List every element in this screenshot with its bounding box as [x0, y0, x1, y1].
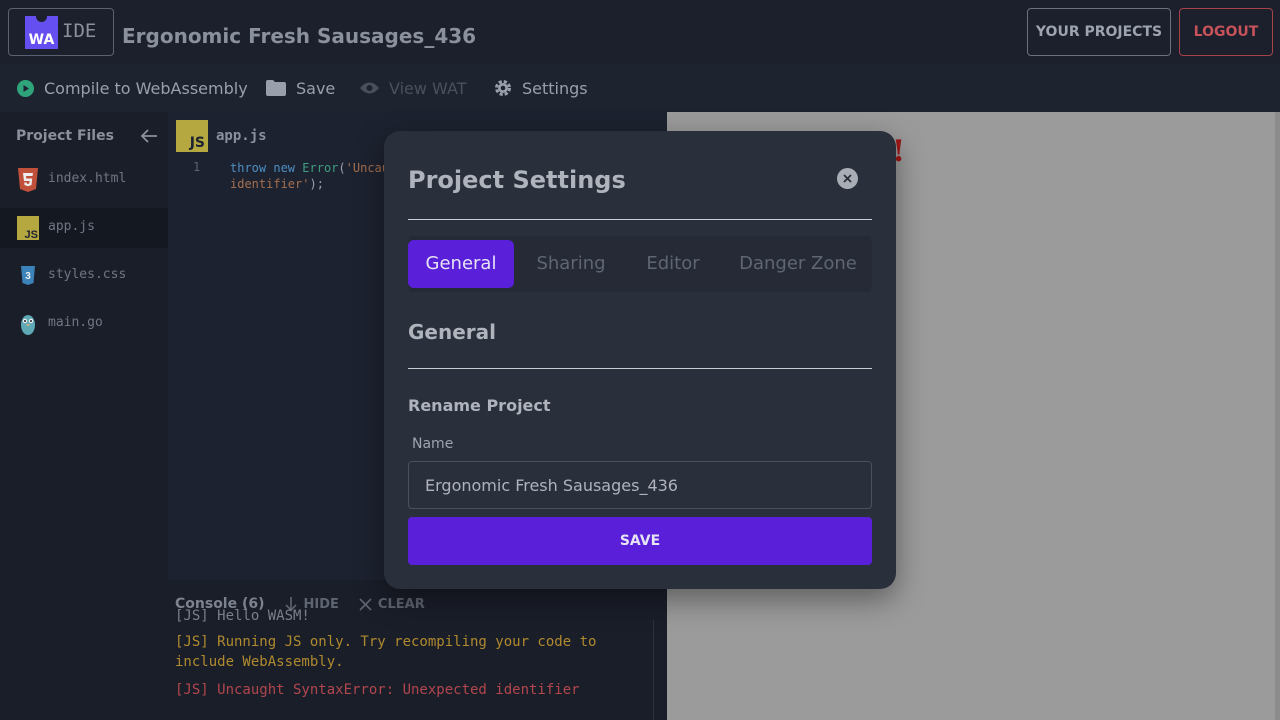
css3-icon: 3: [21, 266, 35, 285]
console-log-line: [JS] Running JS only. Try recompiling yo…: [175, 634, 597, 670]
js-icon: JS: [17, 216, 39, 240]
sidebar: Project Files index.html JS app.js 3 sty…: [0, 112, 168, 720]
logo[interactable]: WA IDE: [8, 8, 114, 56]
tab-general[interactable]: General: [408, 240, 514, 288]
tab-sharing[interactable]: Sharing: [522, 240, 620, 288]
preview-scrollbar[interactable]: [1275, 112, 1280, 720]
settings-button[interactable]: Settings: [494, 64, 588, 112]
webassembly-logo-icon: WA: [25, 16, 58, 49]
line-number: 1: [193, 160, 201, 174]
file-item-index-html[interactable]: index.html: [0, 160, 168, 200]
logo-wa-text: WA: [28, 32, 55, 48]
view-wat-label: View WAT: [389, 78, 467, 98]
tab-editor[interactable]: Editor: [630, 240, 716, 288]
rename-project-title: Rename Project: [408, 396, 551, 415]
divider: [408, 368, 872, 369]
settings-tabs: General Sharing Editor Danger Zone: [408, 236, 872, 292]
close-modal-button[interactable]: [837, 168, 858, 189]
play-circle-icon: [17, 79, 34, 97]
view-wat-button[interactable]: View WAT: [360, 64, 466, 112]
eye-icon: [360, 82, 379, 94]
project-title: Ergonomic Fresh Sausages_436: [122, 24, 477, 48]
console-scrollbar[interactable]: [653, 620, 654, 720]
editor-tab-app-js[interactable]: JS app.js: [176, 120, 267, 152]
file-name: app.js: [48, 219, 95, 234]
html5-icon: [18, 168, 38, 192]
svg-text:3: 3: [25, 271, 31, 282]
folder-icon: [266, 80, 286, 96]
file-name: styles.css: [48, 267, 127, 282]
gopher-icon: [21, 315, 35, 335]
project-settings-modal: Project Settings General Sharing Editor …: [384, 131, 896, 589]
file-item-app-js[interactable]: JS app.js: [0, 208, 168, 248]
arrow-left-icon[interactable]: [140, 128, 158, 144]
compile-button[interactable]: Compile to WebAssembly: [17, 64, 248, 112]
file-name: index.html: [48, 171, 127, 186]
your-projects-button[interactable]: YOUR PROJECTS: [1027, 8, 1171, 56]
console-log-line: [JS] Uncaught SyntaxError: Unexpected id…: [175, 682, 580, 698]
close-icon: [359, 597, 372, 611]
svg-text:JS: JS: [25, 229, 38, 240]
logo-ide-text: IDE: [62, 20, 97, 42]
save-toolbar-button[interactable]: Save: [266, 64, 335, 112]
logout-button[interactable]: LOGOUT: [1179, 8, 1273, 56]
editor-tab-label: app.js: [216, 128, 267, 144]
divider: [408, 219, 872, 220]
project-name-input[interactable]: [408, 461, 872, 509]
file-name: main.go: [48, 315, 103, 330]
console-log-line: [JS] Hello WASM!: [175, 608, 310, 624]
tab-danger-zone[interactable]: Danger Zone: [728, 240, 868, 288]
gear-icon: [495, 80, 511, 96]
code-line[interactable]: throw new Error('Uncau identifier');: [230, 160, 389, 192]
save-toolbar-label: Save: [296, 78, 336, 98]
toolbar: Compile to WebAssembly Save View WAT Set…: [0, 64, 1280, 112]
header: WA IDE Ergonomic Fresh Sausages_436 YOUR…: [0, 0, 1280, 64]
file-item-styles-css[interactable]: 3 styles.css: [0, 256, 168, 296]
name-field-label: Name: [412, 436, 454, 452]
console-panel: Console (6) HIDE CLEAR [JS] Hello WASM! …: [168, 580, 667, 720]
app: WA IDE Ergonomic Fresh Sausages_436 YOUR…: [0, 0, 1280, 720]
console-clear-label: CLEAR: [377, 596, 425, 612]
modal-title: Project Settings: [408, 166, 626, 194]
project-files-title: Project Files: [16, 128, 114, 144]
save-button[interactable]: SAVE: [408, 517, 872, 565]
js-icon: JS: [176, 120, 208, 152]
settings-label: Settings: [522, 78, 588, 98]
close-icon: [843, 174, 852, 183]
compile-label: Compile to WebAssembly: [44, 78, 248, 98]
section-title: General: [408, 320, 496, 344]
console-clear-button[interactable]: CLEAR: [359, 597, 425, 612]
file-item-main-go[interactable]: main.go: [0, 304, 168, 344]
